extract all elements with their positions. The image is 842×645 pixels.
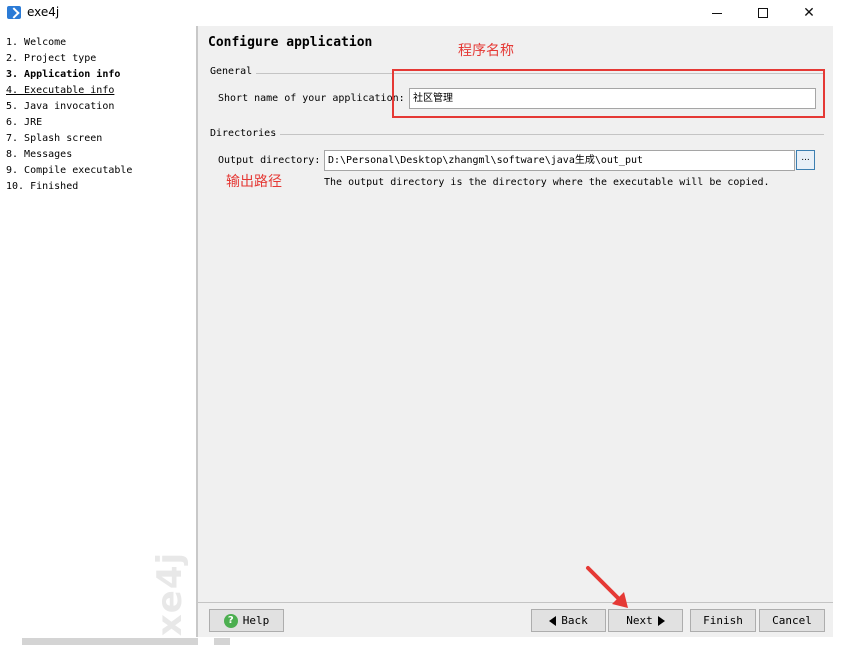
step-splash-screen[interactable]: 7. Splash screen — [0, 131, 196, 147]
maximize-button[interactable] — [740, 0, 786, 26]
minimize-button[interactable] — [694, 0, 740, 26]
watermark-text: exe4j — [150, 551, 191, 645]
close-button[interactable]: ✕ — [786, 0, 832, 26]
output-directory-input[interactable]: D:\Personal\Desktop\zhangml\software\jav… — [324, 150, 795, 171]
wizard-steps-sidebar: 1. Welcome 2. Project type 3. Applicatio… — [0, 26, 196, 645]
browse-button[interactable]: ... — [796, 150, 815, 170]
back-button-label: Back — [561, 614, 588, 627]
output-path-annotation: 输出路径 — [226, 174, 282, 190]
window-right-edge — [833, 26, 842, 645]
back-button[interactable]: Back — [531, 609, 606, 632]
title-bar: exe4j ✕ — [0, 0, 842, 26]
minimize-icon — [712, 12, 722, 14]
directories-section-label: Directories — [210, 128, 281, 139]
page-title: Configure application — [208, 35, 373, 50]
step-jre[interactable]: 6. JRE — [0, 115, 196, 131]
program-name-annotation: 程序名称 — [458, 43, 514, 59]
output-directory-hint: The output directory is the directory wh… — [324, 177, 770, 188]
step-compile-executable[interactable]: 9. Compile executable — [0, 163, 196, 179]
help-icon: ? — [223, 613, 238, 628]
output-directory-label: Output directory: — [218, 155, 321, 166]
directories-divider — [210, 134, 824, 135]
step-list: 1. Welcome 2. Project type 3. Applicatio… — [0, 26, 196, 195]
next-button-label: Next — [626, 614, 653, 627]
cancel-button[interactable]: Cancel — [759, 609, 825, 632]
arrow-right-icon — [657, 615, 665, 626]
button-bar-divider — [198, 602, 833, 603]
program-name-highlight-box — [392, 69, 825, 118]
exe4j-app-icon — [7, 6, 21, 19]
help-button-label: Help — [242, 614, 270, 627]
finish-button[interactable]: Finish — [690, 609, 756, 632]
step-project-type[interactable]: 2. Project type — [0, 51, 196, 67]
window-title: exe4j — [27, 5, 60, 19]
exe4j-watermark: exe4j — [140, 546, 200, 645]
maximize-icon — [758, 8, 768, 18]
step-messages[interactable]: 8. Messages — [0, 147, 196, 163]
sidebar-scrollbar[interactable] — [22, 638, 198, 645]
finish-button-label: Finish — [703, 614, 743, 627]
arrow-left-icon — [549, 615, 557, 626]
help-button[interactable]: ? Help — [209, 609, 284, 632]
short-name-label: Short name of your application: — [218, 93, 405, 104]
step-welcome[interactable]: 1. Welcome — [0, 35, 196, 51]
step-executable-info[interactable]: 4. Executable info — [0, 83, 196, 99]
cancel-button-label: Cancel — [772, 614, 812, 627]
next-button[interactable]: Next — [608, 609, 683, 632]
step-application-info[interactable]: 3. Application info — [0, 67, 196, 83]
general-section-label: General — [210, 66, 257, 77]
step-java-invocation[interactable]: 5. Java invocation — [0, 99, 196, 115]
annotation-arrow-icon — [586, 566, 628, 608]
step-finished[interactable]: 10. Finished — [0, 179, 196, 195]
main-scrollbar[interactable] — [214, 638, 230, 645]
